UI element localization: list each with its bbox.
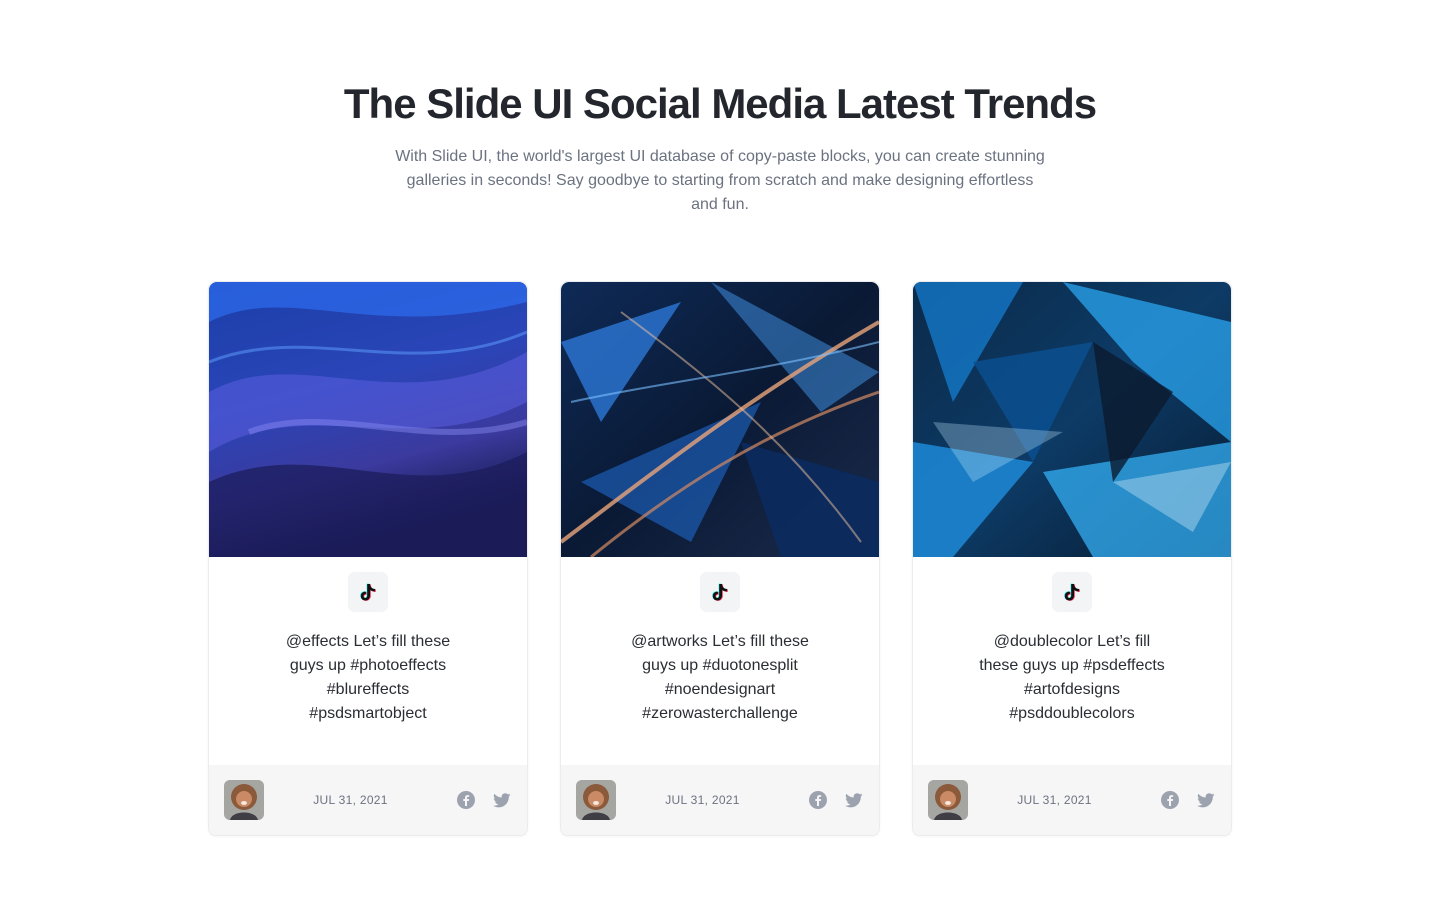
facebook-icon[interactable] [809, 791, 827, 809]
post-image[interactable] [561, 282, 879, 557]
post-image[interactable] [913, 282, 1231, 557]
facebook-icon[interactable] [1161, 791, 1179, 809]
share-actions [809, 791, 863, 809]
avatar[interactable] [928, 780, 968, 820]
post-date: JUL 31, 2021 [1017, 793, 1092, 807]
twitter-icon[interactable] [845, 791, 863, 809]
post-caption: @doublecolor Let’s fill these guys up #p… [979, 633, 1165, 722]
avatar[interactable] [224, 780, 264, 820]
tiktok-icon[interactable] [1052, 572, 1092, 612]
tiktok-icon[interactable] [700, 572, 740, 612]
post-card[interactable]: @effects Let’s fill these guys up #photo… [208, 281, 528, 836]
tiktok-icon[interactable] [348, 572, 388, 612]
page-title: The Slide UI Social Media Latest Trends [343, 80, 1097, 127]
card-grid: @effects Let’s fill these guys up #photo… [208, 281, 1232, 836]
post-date: JUL 31, 2021 [665, 793, 740, 807]
card-footer: JUL 31, 2021 [913, 765, 1231, 835]
page: The Slide UI Social Media Latest Trends … [0, 0, 1440, 916]
card-footer: JUL 31, 2021 [561, 765, 879, 835]
twitter-icon[interactable] [493, 791, 511, 809]
facebook-icon[interactable] [457, 791, 475, 809]
share-actions [1161, 791, 1215, 809]
card-footer: JUL 31, 2021 [209, 765, 527, 835]
post-card[interactable]: @doublecolor Let’s fill these guys up #p… [912, 281, 1232, 836]
twitter-icon[interactable] [1197, 791, 1215, 809]
post-caption: @artworks Let’s fill these guys up #duot… [631, 633, 809, 722]
post-caption: @effects Let’s fill these guys up #photo… [285, 633, 451, 722]
post-card[interactable]: @artworks Let’s fill these guys up #duot… [560, 281, 880, 836]
share-actions [457, 791, 511, 809]
page-subtitle: With Slide UI, the world's largest UI da… [395, 148, 1045, 213]
post-date: JUL 31, 2021 [313, 793, 388, 807]
avatar[interactable] [576, 780, 616, 820]
post-image[interactable] [209, 282, 527, 557]
